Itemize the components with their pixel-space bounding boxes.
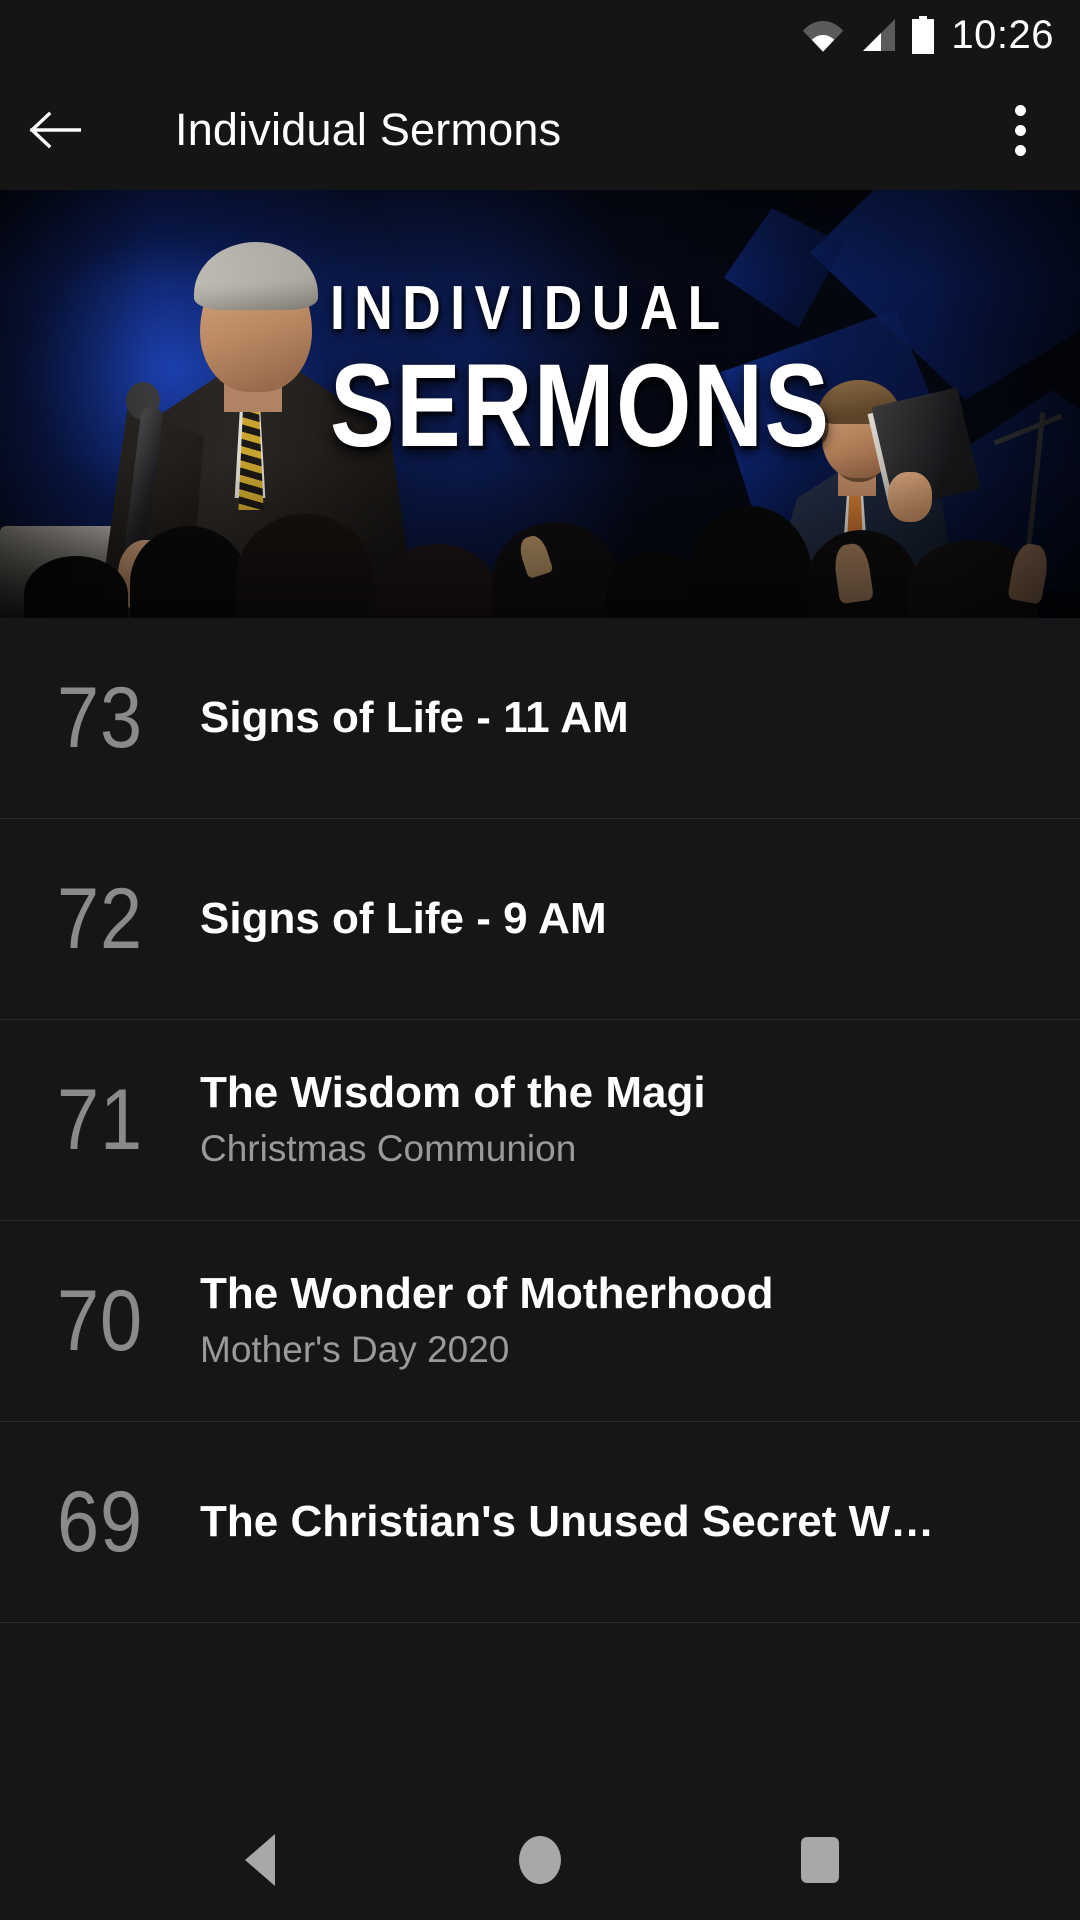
page-title: Individual Sermons bbox=[175, 104, 562, 155]
list-item[interactable]: 73 Signs of Life - 11 AM bbox=[0, 618, 1080, 819]
sermon-number: 71 bbox=[57, 1072, 143, 1168]
nav-recents-button[interactable] bbox=[745, 1800, 895, 1920]
list-item[interactable]: 69 The Christian's Unused Secret W… bbox=[0, 1422, 1080, 1623]
more-vertical-icon bbox=[1014, 144, 1026, 156]
more-vertical-icon bbox=[1014, 124, 1026, 136]
cellular-signal-icon bbox=[863, 19, 896, 51]
sermon-text-block: The Wisdom of the Magi Christmas Communi… bbox=[200, 1068, 1080, 1172]
nav-back-button[interactable] bbox=[185, 1800, 335, 1920]
sermon-title: The Wisdom of the Magi bbox=[200, 1068, 706, 1118]
back-arrow-icon bbox=[29, 111, 81, 149]
sermon-title: The Wonder of Motherhood bbox=[200, 1269, 774, 1319]
status-bar-clock: 10:26 bbox=[951, 13, 1054, 57]
sermon-title: Signs of Life - 9 AM bbox=[200, 894, 607, 944]
series-banner-image[interactable]: INDIVIDUAL SERMONS bbox=[0, 190, 1080, 618]
circle-home-icon bbox=[519, 1836, 561, 1884]
list-item[interactable]: 72 Signs of Life - 9 AM bbox=[0, 819, 1080, 1020]
status-bar-icons bbox=[803, 16, 935, 54]
back-button[interactable] bbox=[0, 70, 110, 190]
sermon-number: 73 bbox=[57, 670, 143, 766]
app-toolbar: Individual Sermons bbox=[0, 70, 1080, 190]
triangle-back-icon bbox=[245, 1834, 275, 1886]
sermon-text-block: The Wonder of Motherhood Mother's Day 20… bbox=[200, 1269, 1080, 1373]
sermon-text-block: Signs of Life - 11 AM bbox=[200, 693, 1080, 742]
banner-title-overlay: INDIVIDUAL SERMONS bbox=[330, 274, 831, 472]
overflow-menu-button[interactable] bbox=[960, 70, 1080, 190]
sermon-number: 72 bbox=[57, 871, 143, 967]
list-item[interactable]: 71 The Wisdom of the Magi Christmas Comm… bbox=[0, 1020, 1080, 1221]
more-vertical-icon bbox=[1014, 104, 1026, 116]
system-navigation-bar bbox=[0, 1800, 1080, 1920]
sermon-title: Signs of Life - 11 AM bbox=[200, 693, 629, 743]
wifi-icon bbox=[803, 21, 844, 52]
sermon-list: 73 Signs of Life - 11 AM 72 Signs of Lif… bbox=[0, 618, 1080, 1800]
sermon-subtitle: Christmas Communion bbox=[200, 1128, 577, 1170]
sermon-text-block: The Christian's Unused Secret W… bbox=[200, 1497, 1080, 1546]
sermon-number: 70 bbox=[57, 1273, 143, 1369]
list-item[interactable]: 70 The Wonder of Motherhood Mother's Day… bbox=[0, 1221, 1080, 1422]
sermon-number: 69 bbox=[57, 1474, 143, 1570]
sermon-title: The Christian's Unused Secret W… bbox=[200, 1497, 935, 1547]
status-bar: 10:26 bbox=[0, 0, 1080, 70]
sermon-text-block: Signs of Life - 9 AM bbox=[200, 894, 1080, 943]
battery-icon bbox=[912, 16, 935, 54]
sermon-subtitle: Mother's Day 2020 bbox=[200, 1329, 510, 1371]
banner-title-line-1: INDIVIDUAL bbox=[330, 274, 730, 343]
square-recents-icon bbox=[801, 1837, 839, 1883]
banner-title-line-2: SERMONS bbox=[330, 340, 831, 472]
nav-home-button[interactable] bbox=[465, 1800, 615, 1920]
app-screen: 10:26 Individual Sermons INDIVIDUAL SERM… bbox=[0, 0, 1080, 1920]
